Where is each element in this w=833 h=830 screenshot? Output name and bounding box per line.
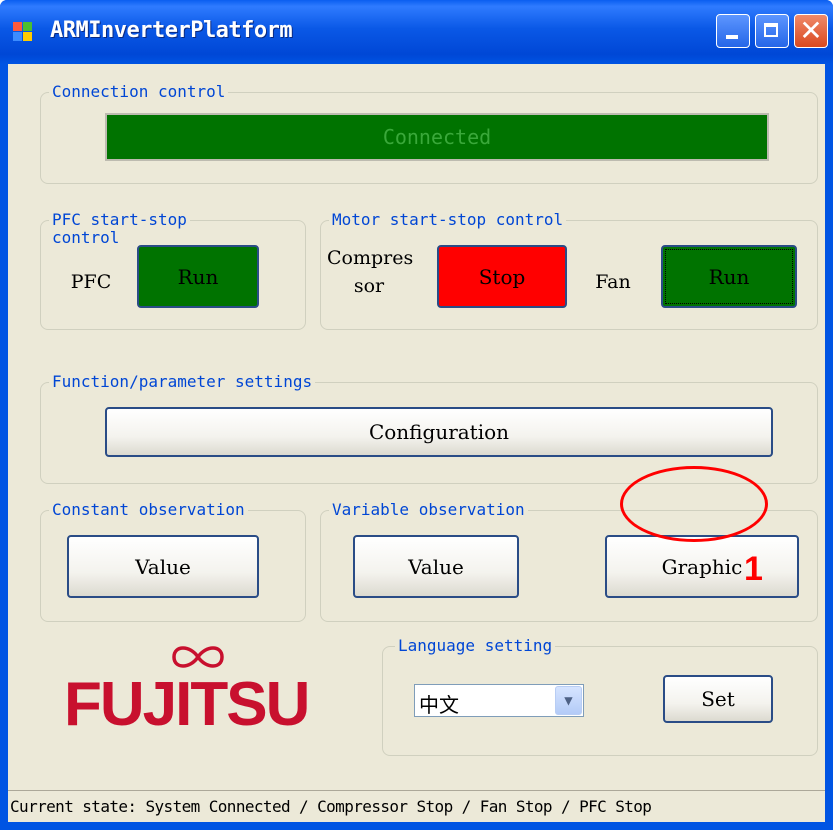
window-bottom-border [0,822,833,830]
function-settings-legend: Function/parameter settings [49,373,316,391]
fan-run-button[interactable]: Run [661,245,797,308]
app-icon [13,22,33,42]
maximize-button[interactable] [755,14,789,48]
compressor-stop-button[interactable]: Stop [437,245,567,308]
close-button[interactable]: ✕ [794,14,828,48]
set-button[interactable]: Set [663,675,773,723]
fujitsu-logo: FUJITSU [64,639,334,749]
motor-control-group: Motor start-stop control Compres sor Sto… [320,211,818,330]
constant-value-button[interactable]: Value [67,535,259,598]
pfc-legend-line1: PFC start-stop [49,211,190,229]
status-bar: Current state: System Connected / Compre… [8,790,825,823]
language-setting-legend: Language setting [395,637,556,655]
connection-control-legend: Connection control [49,83,229,101]
pfc-run-button[interactable]: Run [137,245,259,308]
connection-control-group: Connection control Connected [40,83,818,184]
pfc-control-group: PFC start-stop control PFC Run [40,211,306,330]
minimize-button[interactable] [716,14,750,48]
compressor-label-line2: sor [353,275,385,297]
constant-observation-legend: Constant observation [49,501,248,519]
configuration-button[interactable]: Configuration [105,407,773,457]
constant-observation-group: Constant observation Value [40,501,306,622]
language-select[interactable]: 中文 ▼ [414,684,584,717]
close-icon: ✕ [799,14,823,47]
graphic-button[interactable]: Graphic [605,535,799,598]
motor-control-legend: Motor start-stop control [329,211,567,229]
connection-status-bar[interactable]: Connected [105,113,769,161]
annotation-number: 1 [744,550,763,588]
status-text: Current state: System Connected / Compre… [10,797,652,816]
title-bar[interactable]: ARMInverterPlatform ✕ [0,0,833,64]
client-area: Connection control Connected PFC start-s… [8,64,825,790]
pfc-legend-line2: control [49,229,123,247]
variable-value-button[interactable]: Value [353,535,519,598]
language-select-value: 中文 [419,693,459,717]
fujitsu-wordmark: FUJITSU [64,670,310,739]
compressor-label-line1: Compres [327,247,414,269]
window-title: ARMInverterPlatform [50,18,293,43]
annotation-circle [620,466,768,542]
chevron-down-icon[interactable]: ▼ [555,686,582,715]
focus-rectangle [665,249,793,304]
variable-observation-legend: Variable observation [329,501,528,519]
pfc-label: PFC [70,271,112,293]
fan-label: Fan [595,271,631,293]
